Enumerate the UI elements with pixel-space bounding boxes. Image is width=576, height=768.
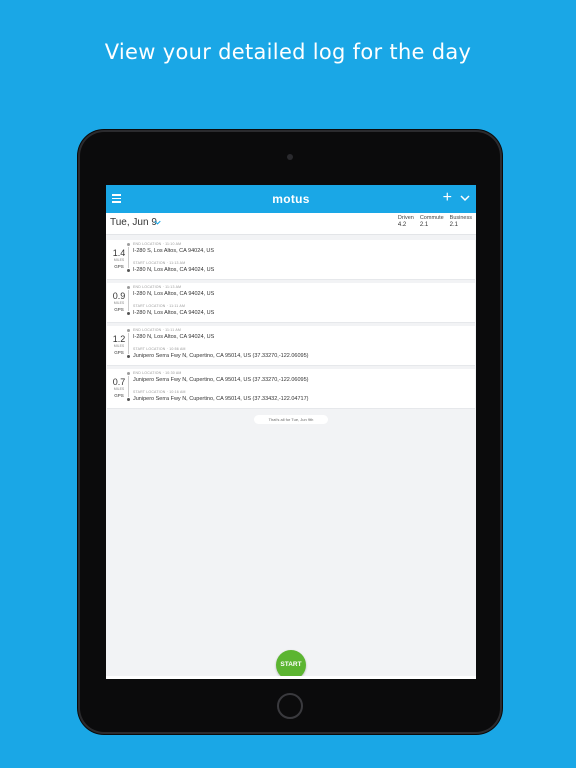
start-dot-icon bbox=[127, 398, 130, 401]
trip-card[interactable]: 0.7 MILES GPS END LOCATION · 10:30 AM Ju… bbox=[107, 369, 475, 409]
start-address: I-280 N, Los Altos, CA 94024, US bbox=[133, 267, 215, 273]
route-line bbox=[127, 329, 130, 363]
miles-value: 0.9 bbox=[112, 291, 126, 301]
end-dot-icon bbox=[127, 286, 130, 289]
app-header: motus + bbox=[106, 185, 476, 213]
start-location: START LOCATION · 11:11 AM I-280 N, Los A… bbox=[133, 304, 214, 317]
trip-miles: 1.2 MILES GPS bbox=[110, 334, 128, 355]
start-address: Junipero Serra Fwy N, Cupertino, CA 9501… bbox=[133, 353, 309, 359]
route-line bbox=[127, 286, 130, 320]
date-bar: Tue, Jun 9 Driven 4.2 Commute 2.1 Busine… bbox=[106, 213, 476, 235]
total-label: Business bbox=[449, 215, 472, 221]
start-caption: START LOCATION · 10:16 AM bbox=[133, 390, 186, 394]
start-address: Junipero Serra Fwy N, Cupertino, CA 9501… bbox=[133, 396, 309, 402]
end-caption: END LOCATION · 11:10 AM bbox=[133, 242, 182, 246]
mileage-totals: Driven 4.2 Commute 2.1 Business 2.1 bbox=[398, 215, 472, 229]
camera bbox=[287, 154, 293, 160]
miles-unit: MILES bbox=[113, 258, 125, 262]
miles-value: 1.4 bbox=[112, 248, 126, 258]
end-caption: END LOCATION · 11:11 AM bbox=[133, 328, 181, 332]
trip-card[interactable]: 1.2 MILES GPS END LOCATION · 11:11 AM I-… bbox=[107, 326, 475, 366]
miles-value: 0.7 bbox=[112, 377, 126, 387]
start-caption: START LOCATION · 11:13 AM bbox=[133, 261, 186, 265]
start-location: START LOCATION · 10:16 AM Junipero Serra… bbox=[133, 390, 309, 403]
start-location: START LOCATION · 10:56 AM Junipero Serra… bbox=[133, 347, 309, 360]
end-caption: END LOCATION · 11:13 AM bbox=[133, 285, 182, 289]
end-address: Junipero Serra Fwy N, Cupertino, CA 9501… bbox=[133, 377, 309, 383]
trip-miles: 0.9 MILES GPS bbox=[110, 291, 128, 312]
start-caption: START LOCATION · 11:11 AM bbox=[133, 304, 186, 308]
end-dot-icon bbox=[127, 372, 130, 375]
start-dot-icon bbox=[127, 312, 130, 315]
end-location: END LOCATION · 11:13 AM I-280 N, Los Alt… bbox=[133, 285, 214, 298]
start-dot-icon bbox=[127, 355, 130, 358]
end-of-day-note: That's all for Tue, Jun 9th bbox=[254, 415, 328, 424]
tablet-frame: motus + Tue, Jun 9 Driven 4.2 Commute 2.… bbox=[78, 130, 502, 734]
app-logo: motus bbox=[272, 192, 310, 206]
miles-unit: MILES bbox=[113, 387, 125, 391]
total-label: Commute bbox=[419, 215, 444, 221]
tracking-source: GPS bbox=[114, 350, 124, 355]
route-line bbox=[127, 243, 130, 277]
bottom-bar bbox=[106, 676, 476, 679]
end-address: I-280 N, Los Altos, CA 94024, US bbox=[133, 291, 215, 297]
total-label: Driven bbox=[397, 215, 414, 221]
end-address: I-280 S, Los Altos, CA 94024, US bbox=[133, 248, 215, 254]
start-caption: START LOCATION · 10:56 AM bbox=[133, 347, 186, 351]
start-dot-icon bbox=[127, 269, 130, 272]
headline: View your detailed log for the day bbox=[104, 40, 472, 64]
total-commute: Commute 2.1 bbox=[420, 215, 444, 229]
end-address: I-280 N, Los Altos, CA 94024, US bbox=[133, 334, 215, 340]
chevron-down-icon[interactable] bbox=[460, 193, 470, 203]
trip-list: 1.4 MILES GPS END LOCATION · 11:10 AM I-… bbox=[106, 235, 476, 424]
start-address: I-280 N, Los Altos, CA 94024, US bbox=[133, 310, 215, 316]
end-dot-icon bbox=[127, 243, 130, 246]
tracking-source: GPS bbox=[114, 307, 124, 312]
miles-unit: MILES bbox=[113, 344, 125, 348]
total-value: 4.2 bbox=[397, 222, 407, 228]
home-button bbox=[277, 693, 303, 719]
start-button[interactable]: START bbox=[276, 650, 306, 679]
total-driven: Driven 4.2 bbox=[398, 215, 414, 229]
end-location: END LOCATION · 11:10 AM I-280 S, Los Alt… bbox=[133, 242, 214, 255]
date-selector[interactable]: Tue, Jun 9 bbox=[110, 217, 157, 228]
trip-card[interactable]: 0.9 MILES GPS END LOCATION · 11:13 AM I-… bbox=[107, 283, 475, 323]
end-location: END LOCATION · 10:30 AM Junipero Serra F… bbox=[133, 371, 309, 384]
trip-card[interactable]: 1.4 MILES GPS END LOCATION · 11:10 AM I-… bbox=[107, 240, 475, 280]
trip-miles: 0.7 MILES GPS bbox=[110, 377, 128, 398]
start-location: START LOCATION · 11:13 AM I-280 N, Los A… bbox=[133, 261, 214, 274]
tracking-source: GPS bbox=[114, 393, 124, 398]
trip-miles: 1.4 MILES GPS bbox=[110, 248, 128, 269]
app-screen: motus + Tue, Jun 9 Driven 4.2 Commute 2.… bbox=[106, 185, 476, 679]
date-chevron-down-icon[interactable] bbox=[154, 219, 161, 226]
end-dot-icon bbox=[127, 329, 130, 332]
tracking-source: GPS bbox=[114, 264, 124, 269]
total-business: Business 2.1 bbox=[450, 215, 472, 229]
end-location: END LOCATION · 11:11 AM I-280 N, Los Alt… bbox=[133, 328, 214, 341]
total-value: 2.1 bbox=[419, 222, 429, 228]
end-caption: END LOCATION · 10:30 AM bbox=[133, 371, 182, 375]
miles-value: 1.2 bbox=[112, 334, 126, 344]
route-line bbox=[127, 372, 130, 406]
miles-unit: MILES bbox=[113, 301, 125, 305]
add-trip-icon[interactable]: + bbox=[443, 189, 452, 207]
total-value: 2.1 bbox=[449, 222, 459, 228]
